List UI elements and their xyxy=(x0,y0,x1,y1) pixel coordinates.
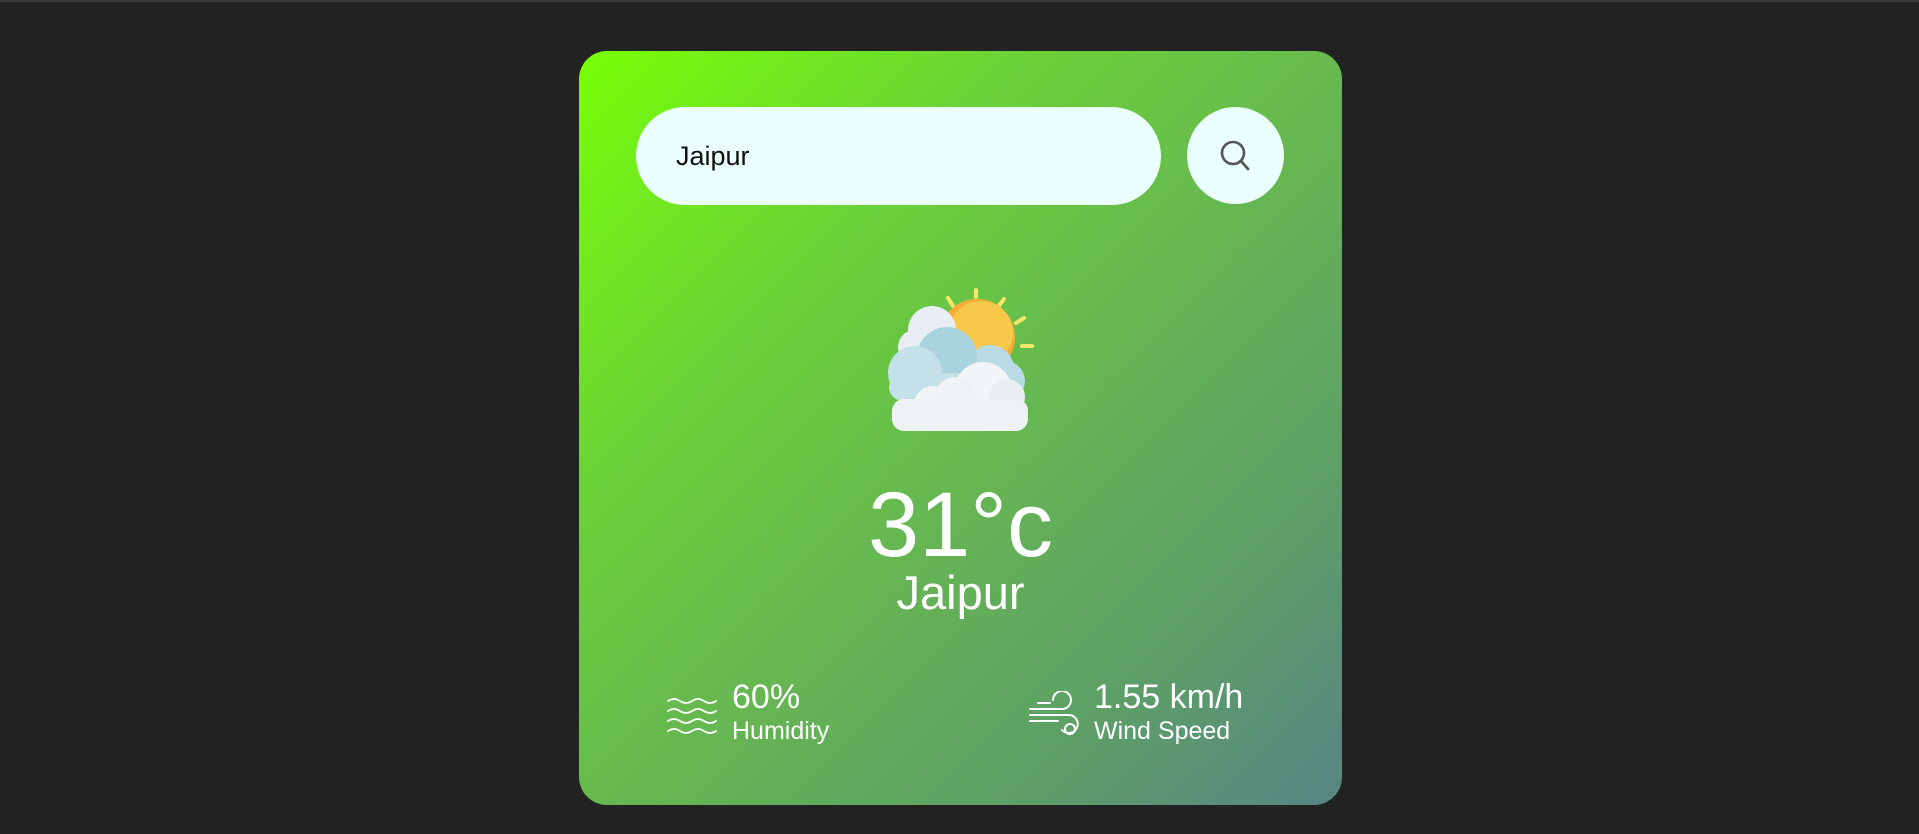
wind-label: Wind Speed xyxy=(1094,717,1231,745)
top-border xyxy=(0,0,1919,2)
wind-icon xyxy=(1028,690,1080,743)
search-input[interactable] xyxy=(636,107,1161,205)
search-icon xyxy=(1218,138,1254,174)
humidity-detail: 60% Humidity xyxy=(666,678,829,746)
wind-value: 1.55 km/h xyxy=(1094,678,1244,716)
search-button[interactable] xyxy=(1187,107,1284,204)
weather-card: 31°c Jaipur 60% Humidity xyxy=(579,51,1342,805)
city-name: Jaipur xyxy=(896,566,1025,619)
temperature: 31°c xyxy=(867,474,1054,576)
humidity-value: 60% xyxy=(732,678,801,716)
partly-cloudy-sun-icon xyxy=(877,285,1047,433)
humidity-label: Humidity xyxy=(732,717,830,745)
humidity-waves-icon xyxy=(666,691,718,743)
wind-detail: 1.55 km/h Wind Speed xyxy=(1028,678,1243,746)
